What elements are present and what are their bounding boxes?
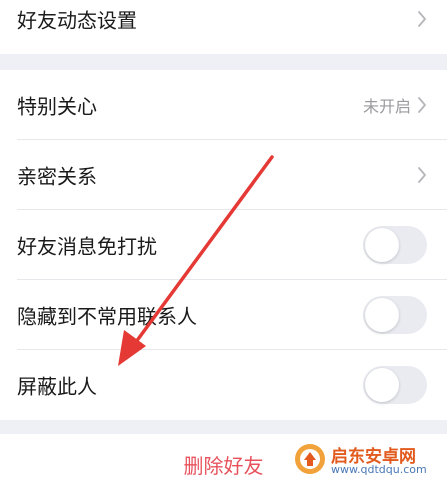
watermark-logo-icon <box>295 444 325 474</box>
friend-feed-settings-label: 好友动态设置 <box>17 8 137 33</box>
toggle-knob <box>365 228 399 262</box>
hide-contact-label: 隐藏到不常用联系人 <box>17 304 197 329</box>
mute-messages-label: 好友消息免打扰 <box>17 234 157 259</box>
block-person-row: 屏蔽此人 <box>0 350 447 420</box>
settings-group-feed: 好友动态设置 <box>0 0 447 54</box>
toggle-knob <box>365 298 399 332</box>
watermark: 启东安卓网 www.qdtdqu.com <box>293 440 443 480</box>
chevron-right-icon <box>418 167 426 183</box>
mute-messages-toggle[interactable] <box>363 226 427 264</box>
special-care-label: 特别关心 <box>17 94 97 119</box>
friend-feed-settings-row[interactable]: 好友动态设置 <box>0 0 447 54</box>
block-person-label: 屏蔽此人 <box>17 374 97 399</box>
chevron-right-icon <box>418 97 426 113</box>
chevron-right-icon <box>418 11 426 27</box>
settings-group-main: 特别关心 未开启 亲密关系 好友消息免打扰 隐藏到不常用联系人 屏蔽此人 <box>0 70 447 420</box>
special-care-row[interactable]: 特别关心 未开启 <box>0 70 447 140</box>
intimacy-row[interactable]: 亲密关系 <box>0 140 447 210</box>
hide-contact-row: 隐藏到不常用联系人 <box>0 280 447 350</box>
friend-settings-page: 好友动态设置 特别关心 未开启 亲密关系 好友消息免打扰 隐藏到不常用联系人 屏… <box>0 0 447 480</box>
block-person-toggle[interactable] <box>363 366 427 404</box>
toggle-knob <box>365 368 399 402</box>
intimacy-label: 亲密关系 <box>17 164 97 189</box>
watermark-url: www.qdtdqu.com <box>331 463 427 476</box>
special-care-status: 未开启 <box>362 97 411 116</box>
mute-messages-row: 好友消息免打扰 <box>0 210 447 280</box>
hide-contact-toggle[interactable] <box>363 296 427 334</box>
